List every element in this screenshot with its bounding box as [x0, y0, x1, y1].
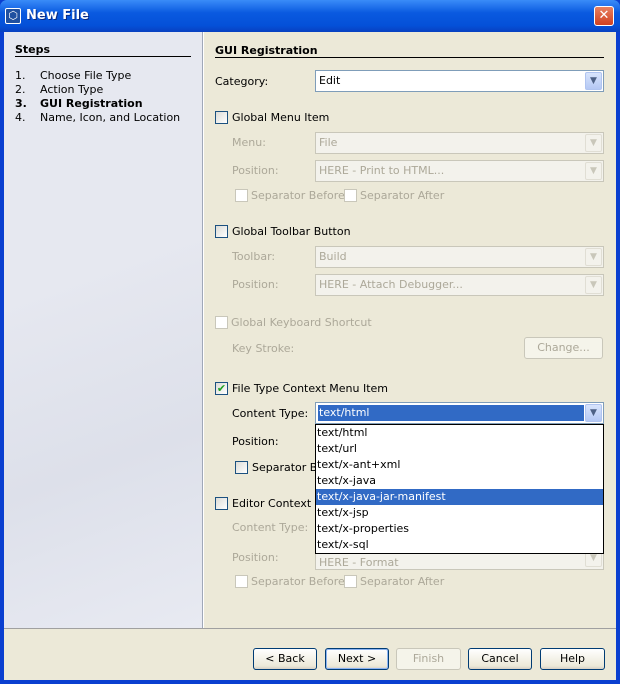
separator-before-checkbox[interactable] [235, 575, 248, 588]
separator-after-checkbox[interactable] [344, 575, 357, 588]
page-title: GUI Registration [215, 44, 318, 57]
chevron-down-icon: ▼ [585, 134, 602, 152]
close-button[interactable]: ✕ [594, 6, 614, 26]
window-title: New File [26, 8, 89, 23]
category-label: Category: [215, 75, 269, 88]
position-value: HERE - Attach Debugger... [319, 278, 463, 291]
dropdown-option[interactable]: text/x-properties [316, 521, 603, 537]
content-type-select[interactable]: text/html ▼ [315, 402, 604, 424]
dropdown-option[interactable]: text/url [316, 441, 603, 457]
netbeans-cube-icon: ⬡ [5, 8, 21, 24]
editor-context-menu-checkbox[interactable] [215, 497, 228, 510]
back-button[interactable]: < Back [253, 648, 317, 670]
content-type-label: Content Type: [232, 407, 309, 420]
position-label: Position: [232, 164, 279, 177]
category-select[interactable]: Edit ▼ [315, 70, 604, 92]
menu-label: Menu: [232, 136, 266, 149]
dropdown-option[interactable]: text/x-java [316, 473, 603, 489]
step-number: 2. [15, 83, 26, 96]
menu-select[interactable]: File ▼ [315, 132, 604, 154]
separator-before-label: Separator Before [251, 575, 345, 588]
toolbar-value: Build [319, 250, 347, 263]
content-type-value: text/html [318, 405, 584, 421]
change-button[interactable]: Change... [524, 337, 603, 359]
dropdown-option[interactable]: text/x-ant+xml [316, 457, 603, 473]
global-menu-item-checkbox[interactable] [215, 111, 228, 124]
position-label: Position: [232, 278, 279, 291]
close-icon: ✕ [598, 8, 610, 23]
global-menu-item-label: Global Menu Item [232, 111, 330, 124]
global-toolbar-button-label: Global Toolbar Button [232, 225, 351, 238]
position-value: HERE - Print to HTML... [319, 164, 445, 177]
dropdown-option[interactable]: text/html [316, 425, 603, 441]
key-stroke-label: Key Stroke: [232, 342, 295, 355]
toolbar-select[interactable]: Build ▼ [315, 246, 604, 268]
dropdown-option[interactable]: text/x-sql [316, 537, 603, 553]
global-toolbar-button-checkbox[interactable] [215, 225, 228, 238]
divider [15, 56, 191, 57]
separator-before-checkbox[interactable] [235, 189, 248, 202]
position-label: Position: [232, 435, 279, 448]
dropdown-option[interactable]: text/x-java-jar-manifest [316, 489, 603, 505]
content-type-label: Content Type: [232, 521, 309, 534]
step-number: 4. [15, 111, 26, 124]
cancel-button[interactable]: Cancel [468, 648, 532, 670]
step-label: Action Type [40, 83, 104, 96]
step-label: Choose File Type [40, 69, 132, 82]
step-label: GUI Registration [40, 97, 143, 110]
next-button[interactable]: Next > [325, 648, 389, 670]
global-keyboard-shortcut-label: Global Keyboard Shortcut [231, 316, 372, 329]
separator-after-checkbox[interactable] [344, 189, 357, 202]
step-number: 1. [15, 69, 26, 82]
file-type-context-menu-label: File Type Context Menu Item [232, 382, 388, 395]
global-keyboard-shortcut-checkbox[interactable] [215, 316, 228, 329]
file-type-context-menu-checkbox[interactable]: ✔ [215, 382, 228, 395]
step-label: Name, Icon, and Location [40, 111, 181, 124]
position-label: Position: [232, 551, 279, 564]
separator-before-label: Separator Before [251, 189, 345, 202]
steps-heading: Steps [15, 43, 51, 56]
chevron-down-icon[interactable]: ▼ [585, 72, 602, 90]
divider [203, 32, 204, 629]
content-type-dropdown-list[interactable]: text/html text/url text/x-ant+xml text/x-ja… [315, 424, 604, 554]
finish-button[interactable]: Finish [396, 648, 461, 670]
toolbar-position-select[interactable]: HERE - Attach Debugger... ▼ [315, 274, 604, 296]
separator-after-label: Separator After [360, 189, 445, 202]
category-value: Edit [319, 74, 341, 87]
help-button[interactable]: Help [540, 648, 605, 670]
step-number: 3. [15, 97, 27, 110]
title-bar[interactable] [0, 0, 620, 32]
chevron-down-icon[interactable]: ▼ [585, 404, 602, 422]
chevron-down-icon: ▼ [585, 248, 602, 266]
menu-value: File [319, 136, 338, 149]
chevron-down-icon: ▼ [585, 276, 602, 294]
divider [4, 628, 616, 629]
divider [215, 57, 604, 58]
position-value: HERE - Format [319, 556, 399, 569]
toolbar-label: Toolbar: [232, 250, 276, 263]
separator-after-label: Separator After [360, 575, 445, 588]
menu-position-select[interactable]: HERE - Print to HTML... ▼ [315, 160, 604, 182]
separator-before-label: Separator Be [252, 461, 325, 474]
dropdown-option[interactable]: text/x-jsp [316, 505, 603, 521]
chevron-down-icon: ▼ [585, 162, 602, 180]
separator-before-checkbox[interactable] [235, 461, 248, 474]
